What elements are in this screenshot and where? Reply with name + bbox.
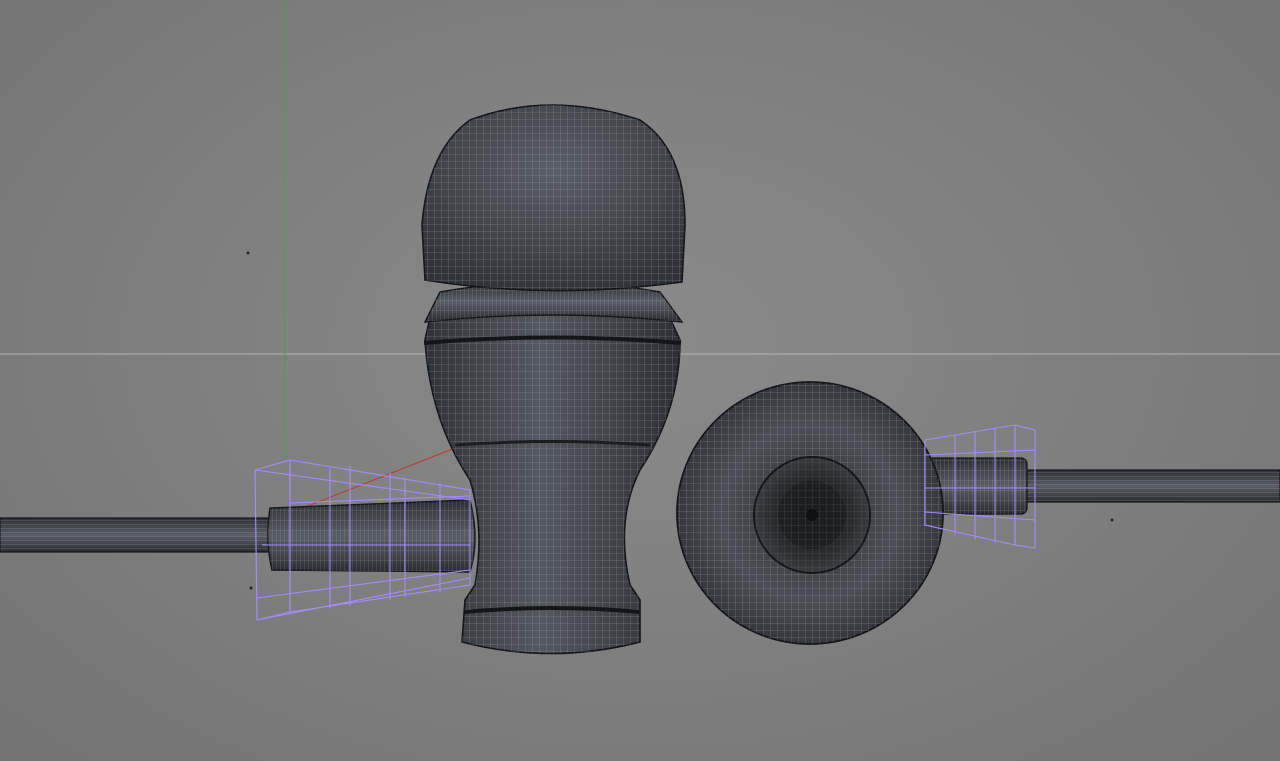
earbud-tip	[421, 104, 686, 292]
scene-point	[249, 586, 253, 590]
scene-point	[1110, 518, 1114, 522]
cable-left[interactable]	[0, 517, 271, 553]
earbud-body	[423, 281, 684, 655]
earbud-stem	[267, 499, 476, 573]
scene-point	[246, 251, 250, 255]
3d-viewport[interactable]	[0, 0, 1280, 761]
cable-right[interactable]	[1019, 469, 1280, 503]
